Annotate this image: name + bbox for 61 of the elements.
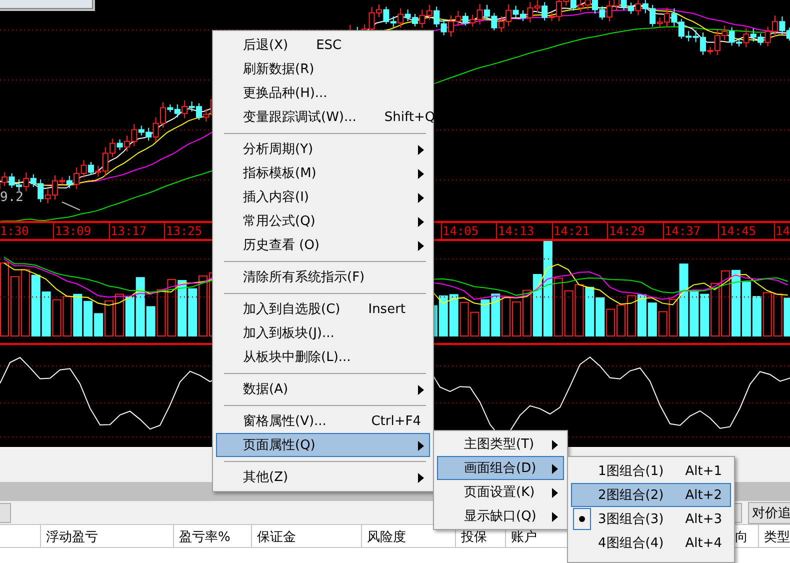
menu-item[interactable]: 1图组合(1) Alt+1 <box>571 459 731 483</box>
toolbar-button[interactable]: 对价追 <box>748 502 790 524</box>
time-label: 14:21 <box>552 223 607 239</box>
menu-item[interactable]: 主图类型(T) <box>437 432 564 456</box>
price-label: 9.2 <box>0 190 24 205</box>
menu-item[interactable]: 指标模板(M) <box>216 161 430 185</box>
shortcut-text: ESC <box>316 38 342 52</box>
submenu-arrow-icon <box>552 512 558 522</box>
submenu-arrow-icon <box>418 385 424 395</box>
shortcut-text: Alt+2 <box>685 488 722 502</box>
submenu-arrow-icon <box>552 464 558 474</box>
time-label: 14:37 <box>662 223 718 239</box>
menu-item[interactable]: 刷新数据(R) <box>216 57 430 81</box>
menu-item[interactable]: 加入到板块(J)... <box>216 321 430 345</box>
column-header: 浮动盈亏 <box>40 525 173 547</box>
menu-item[interactable]: 其他(Z) <box>216 465 430 489</box>
submenu-arrow-icon <box>418 145 424 155</box>
toolbar-button[interactable] <box>0 502 11 522</box>
submenu-arrow-icon <box>418 241 424 251</box>
menu-item[interactable]: 4图组合(4) Alt+4 <box>571 531 731 555</box>
shortcut-text: Alt+1 <box>685 464 722 478</box>
time-label: 1:30 <box>0 223 30 239</box>
menu-item[interactable]: 分析周期(Y) <box>216 137 430 161</box>
submenu-arrow-icon <box>418 441 424 451</box>
column-header: 类型 <box>758 525 790 547</box>
shortcut-text: Insert <box>368 302 406 316</box>
time-label: 13:09 <box>53 223 108 239</box>
shortcut-text: Alt+3 <box>685 512 722 526</box>
menu-item[interactable]: 页面设置(K) <box>437 480 564 504</box>
menu-item[interactable]: 数据(A) <box>216 377 430 401</box>
submenu-arrow-icon <box>552 488 558 498</box>
menu-item[interactable]: 2图组合(2) Alt+2 <box>571 483 731 507</box>
shortcut-text: Shift+Q <box>384 110 436 124</box>
menu-item[interactable]: 从板块中删除(L)... <box>216 345 430 369</box>
submenu-arrow-icon <box>418 473 424 483</box>
menu-item[interactable]: 3图组合(3) Alt+3 <box>571 507 731 531</box>
menu-item[interactable]: 插入内容(I) <box>216 185 430 209</box>
time-label: 14 <box>774 223 790 239</box>
shortcut-text: Ctrl+F4 <box>371 414 421 428</box>
submenu-arrow-icon <box>418 169 424 179</box>
time-label: 14:29 <box>607 223 662 239</box>
submenu-arrow-icon <box>418 193 424 203</box>
menu-item[interactable]: 页面属性(Q) <box>216 433 430 457</box>
leader-line <box>62 202 80 210</box>
menu-item[interactable]: 画面组合(D) <box>437 456 564 480</box>
menu-item[interactable]: 显示缺口(Q) <box>437 504 564 528</box>
column-header: 向 <box>735 529 749 547</box>
time-label: 14:13 <box>496 223 552 239</box>
column-header: 保证金 <box>251 525 361 547</box>
menu-item[interactable]: 加入到自选股(C) Insert <box>216 297 430 321</box>
time-label: 14:05 <box>440 223 496 239</box>
menu-item[interactable]: 窗格属性(V)... Ctrl+F4 <box>216 409 430 433</box>
column-header: 盈亏率% <box>173 525 251 547</box>
menu-item[interactable]: 后退(X) ESC <box>216 33 430 57</box>
submenu-arrow-icon <box>552 440 558 450</box>
menu-item[interactable]: 更换品种(H)... <box>216 81 430 105</box>
submenu-arrow-icon <box>418 217 424 227</box>
time-label: 13:17 <box>108 223 164 239</box>
shortcut-text: Alt+4 <box>685 536 722 550</box>
menu-item[interactable]: 清除所有系统指示(F) <box>216 265 430 289</box>
time-label: 14:45 <box>718 223 774 239</box>
